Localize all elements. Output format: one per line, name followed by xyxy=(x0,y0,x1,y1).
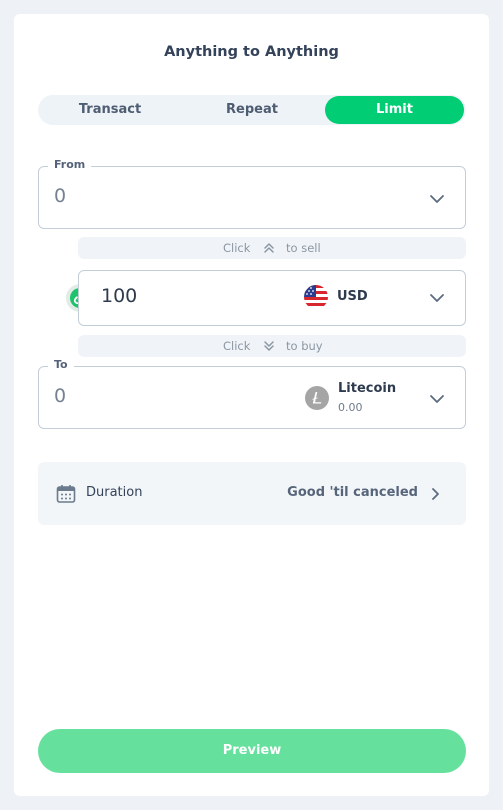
asset-balance: 0.00 xyxy=(338,401,363,414)
buy-hint[interactable]: Click to buy xyxy=(78,335,466,357)
amount-field[interactable]: 100 USD xyxy=(78,270,466,326)
chevron-down-icon[interactable] xyxy=(429,194,445,204)
chevron-down-icon[interactable] xyxy=(429,293,445,303)
sell-hint-prefix: Click xyxy=(223,241,251,255)
sell-hint-suffix: to sell xyxy=(286,241,321,255)
duration-row[interactable]: Duration Good 'til canceled xyxy=(38,462,466,525)
order-card: Anything to Anything Transact Repeat Lim… xyxy=(14,14,489,796)
chevron-down-icon[interactable] xyxy=(429,394,445,404)
tab-repeat[interactable]: Repeat xyxy=(182,95,322,125)
asset-name: Litecoin xyxy=(338,381,397,396)
tab-transact[interactable]: Transact xyxy=(40,95,180,125)
from-amount: 0 xyxy=(54,185,67,207)
us-flag-icon xyxy=(304,285,328,309)
buy-hint-suffix: to buy xyxy=(286,339,323,353)
from-field[interactable]: From 0 xyxy=(38,158,466,229)
amount-input[interactable]: 100 xyxy=(101,285,137,307)
page-title: Anything to Anything xyxy=(164,44,339,60)
duration-value: Good 'til canceled xyxy=(287,485,418,500)
to-field[interactable]: To 0 Litecoin 0.00 xyxy=(38,358,466,429)
to-label: To xyxy=(48,358,74,371)
tab-limit[interactable]: Limit xyxy=(325,96,464,124)
to-amount: 0 xyxy=(54,385,67,407)
buy-hint-prefix: Click xyxy=(223,339,251,353)
litecoin-icon xyxy=(305,386,329,410)
chevron-right-icon xyxy=(432,488,439,500)
sell-hint[interactable]: Click to sell xyxy=(78,237,466,259)
calendar-icon xyxy=(56,485,76,503)
double-chevron-down-icon xyxy=(264,341,274,351)
currency-code: USD xyxy=(337,289,368,304)
duration-label: Duration xyxy=(86,485,143,500)
from-label: From xyxy=(48,158,92,171)
preview-button[interactable]: Preview xyxy=(38,729,466,773)
double-chevron-up-icon xyxy=(264,243,274,253)
order-type-tabs: Transact Repeat Limit xyxy=(38,95,466,125)
